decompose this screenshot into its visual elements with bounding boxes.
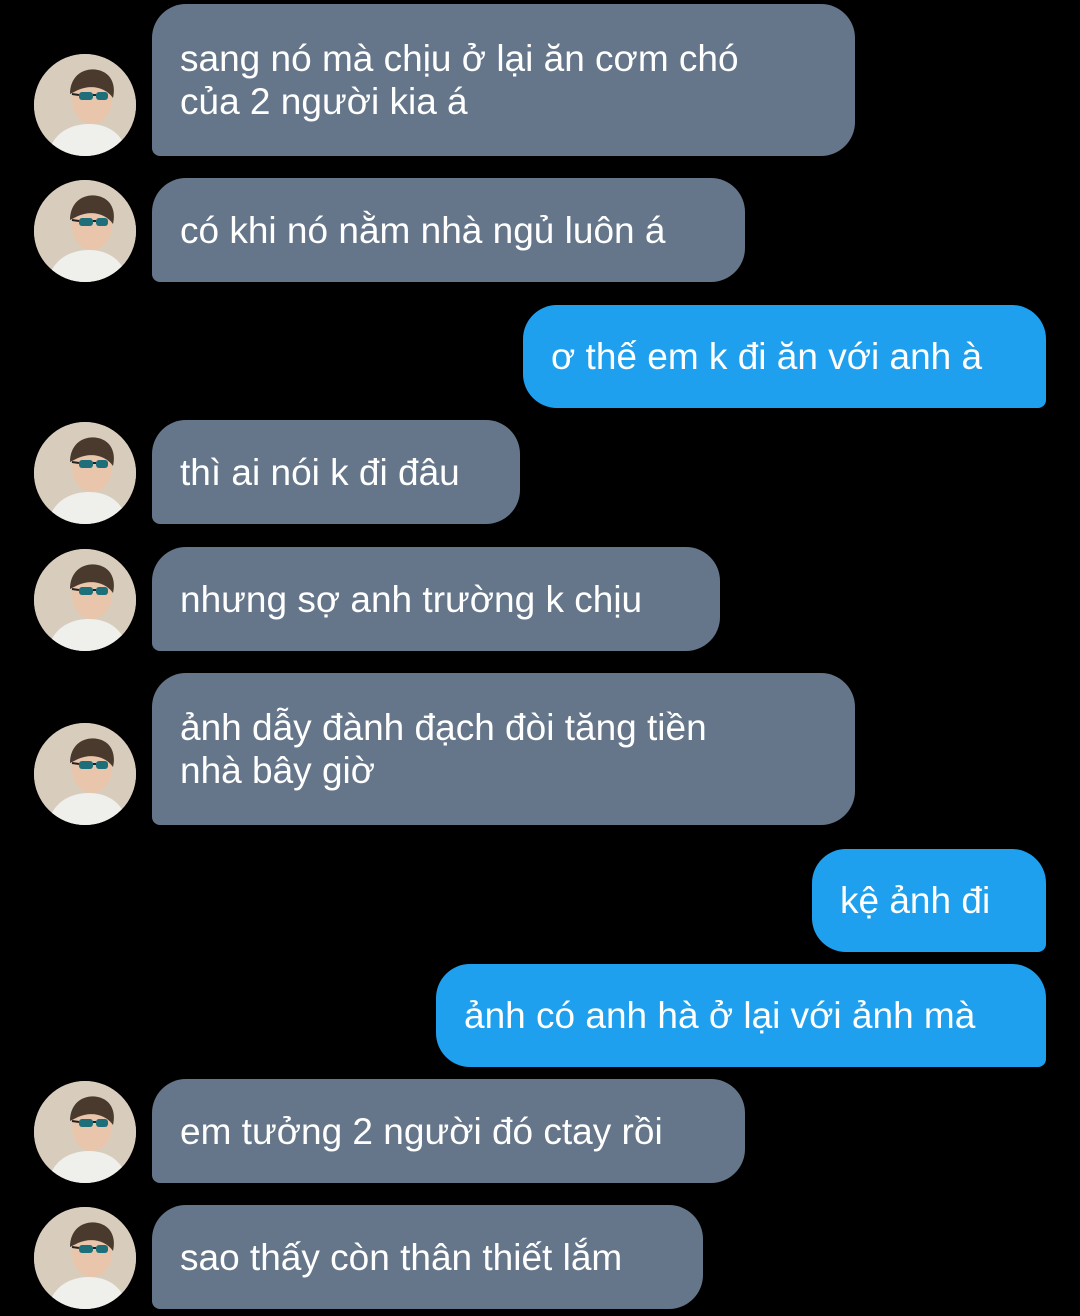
message-bubble[interactable]: ảnh có anh hà ở lại với ảnh mà bbox=[436, 964, 1046, 1067]
avatar-photo-icon bbox=[34, 549, 136, 651]
message-bubble[interactable]: sang nó mà chịu ở lại ăn cơm chó của 2 n… bbox=[152, 4, 855, 156]
contact-avatar[interactable] bbox=[34, 1081, 136, 1183]
message-bubble[interactable]: có khi nó nằm nhà ngủ luôn á bbox=[152, 178, 745, 282]
contact-avatar[interactable] bbox=[34, 180, 136, 282]
avatar-photo-icon bbox=[34, 180, 136, 282]
message-bubble[interactable]: ơ thế em k đi ăn với anh à bbox=[523, 305, 1046, 408]
contact-avatar[interactable] bbox=[34, 54, 136, 156]
avatar-photo-icon bbox=[34, 723, 136, 825]
chat-thread: sang nó mà chịu ở lại ăn cơm chó của 2 n… bbox=[0, 0, 1080, 1316]
message-bubble[interactable]: em tưởng 2 người đó ctay rồi bbox=[152, 1079, 745, 1183]
contact-avatar[interactable] bbox=[34, 549, 136, 651]
message-bubble[interactable]: thì ai nói k đi đâu bbox=[152, 420, 520, 524]
message-bubble[interactable]: sao thấy còn thân thiết lắm bbox=[152, 1205, 703, 1309]
message-bubble[interactable]: ảnh dẫy đành đạch đòi tăng tiền nhà bây … bbox=[152, 673, 855, 825]
contact-avatar[interactable] bbox=[34, 723, 136, 825]
contact-avatar[interactable] bbox=[34, 422, 136, 524]
avatar-photo-icon bbox=[34, 422, 136, 524]
contact-avatar[interactable] bbox=[34, 1207, 136, 1309]
avatar-photo-icon bbox=[34, 54, 136, 156]
avatar-photo-icon bbox=[34, 1081, 136, 1183]
avatar-photo-icon bbox=[34, 1207, 136, 1309]
message-bubble[interactable]: nhưng sợ anh trường k chịu bbox=[152, 547, 720, 651]
message-bubble[interactable]: kệ ảnh đi bbox=[812, 849, 1046, 952]
